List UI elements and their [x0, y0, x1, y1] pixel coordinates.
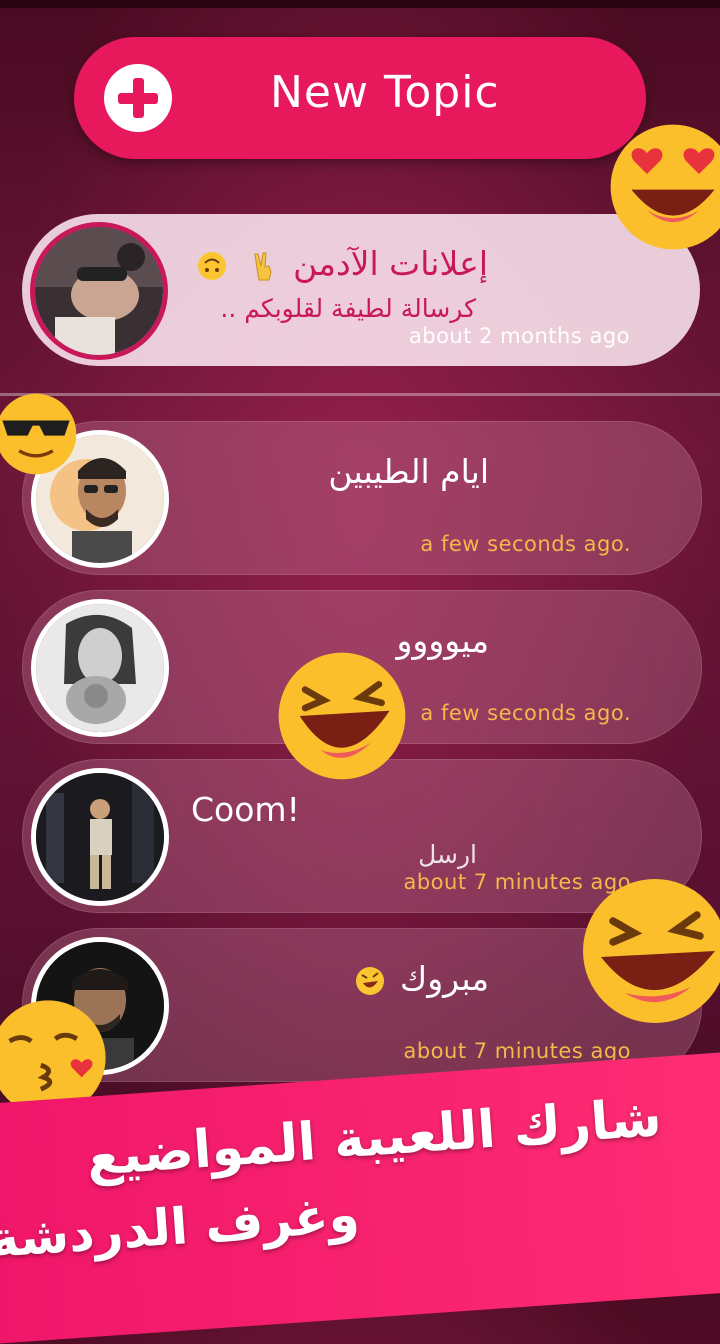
topic-title: ايام الطيبين — [328, 452, 489, 491]
topic-time: about 7 minutes ago — [403, 1039, 631, 1063]
topic-time: a few seconds ago. — [420, 532, 631, 556]
heart-eyes-emoji-icon — [610, 124, 720, 250]
upside-down-face-icon — [198, 251, 227, 280]
new-topic-label: New Topic — [270, 67, 500, 118]
plus-icon — [104, 64, 172, 132]
status-strip — [0, 0, 720, 8]
sunglasses-emoji-icon — [0, 393, 77, 475]
pinned-topic-card[interactable]: إعلانات الآدمن كرسالة لطيفة لقلوبكم .. a… — [22, 214, 700, 366]
rolling-laughing-icon — [355, 966, 384, 995]
topic-subtitle: ارسل — [418, 840, 477, 869]
topic-title: ميوووو — [396, 621, 490, 660]
victory-hand-icon — [254, 252, 272, 280]
topic-title: Coom! — [191, 790, 300, 829]
pinned-topic-title: إعلانات الآدمن — [192, 244, 488, 283]
avatar — [31, 599, 169, 737]
topic-title: مبروك — [350, 959, 489, 998]
pinned-topic-time: about 2 months ago — [408, 324, 630, 348]
pinned-topic-subtitle: كرسالة لطيفة لقلوبكم .. — [220, 294, 476, 323]
topic-time: a few seconds ago. — [420, 701, 631, 725]
laughing-emoji-icon — [583, 879, 720, 1023]
laughing-emoji-icon — [278, 652, 406, 780]
avatar — [31, 768, 169, 906]
new-topic-button[interactable]: New Topic — [74, 37, 646, 159]
divider — [0, 393, 720, 396]
topic-row[interactable]: ايام الطيبين a few seconds ago. — [22, 421, 702, 575]
avatar — [30, 222, 168, 360]
